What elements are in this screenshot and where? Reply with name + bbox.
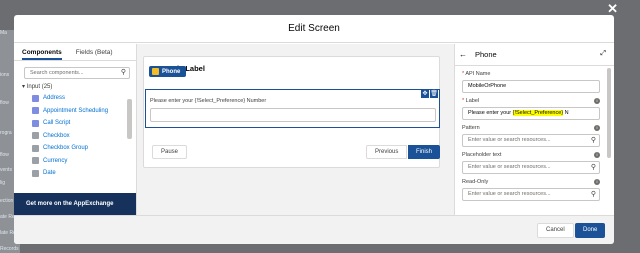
- calendar-icon: [32, 107, 39, 115]
- placeholder-text-input[interactable]: Enter value or search resources... ⚲: [462, 161, 600, 174]
- phone-component-badge: Phone: [149, 66, 187, 77]
- info-icon[interactable]: i: [594, 152, 600, 158]
- background-item: ection: [0, 198, 14, 204]
- properties-header: ← Phone ⤢: [455, 44, 614, 66]
- background-item: lig: [0, 180, 6, 186]
- component-item-checkbox-group[interactable]: Checkbox Group: [14, 142, 136, 155]
- component-label: Currency: [43, 157, 68, 164]
- search-icon: ⚲: [120, 69, 126, 76]
- previous-button[interactable]: Previous: [366, 145, 408, 159]
- phone-icon: [152, 68, 159, 75]
- background-item: Ma: [0, 30, 7, 36]
- section-label: Input (25): [26, 84, 53, 90]
- read-only-label: Read-Only i: [455, 179, 614, 185]
- component-item-currency[interactable]: Currency: [14, 155, 136, 168]
- currency-icon: [32, 157, 39, 165]
- modal-title: Edit Screen: [288, 23, 340, 34]
- placeholder-text-label: Placeholder text i: [455, 152, 614, 158]
- tab-components[interactable]: Components: [22, 44, 62, 60]
- components-scrollbar[interactable]: [127, 99, 132, 139]
- api-name-input[interactable]: MobileOrPhone: [462, 80, 600, 93]
- checkbox-group-icon: [32, 144, 39, 152]
- component-item-address[interactable]: Address: [14, 92, 136, 105]
- pause-button[interactable]: Pause: [152, 145, 188, 159]
- cancel-button[interactable]: Cancel: [537, 223, 574, 238]
- background-item: rogra: [0, 130, 12, 136]
- delete-icon[interactable]: 🗑: [430, 90, 438, 98]
- properties-scrollbar[interactable]: [607, 68, 611, 158]
- phone-field-label: Please enter your {!Select_Preference} N…: [150, 98, 267, 104]
- done-button[interactable]: Done: [575, 223, 606, 238]
- tab-fields-beta[interactable]: Fields (Beta): [76, 44, 113, 60]
- component-tools: ✥ 🗑: [420, 90, 438, 98]
- back-arrow-icon[interactable]: ←: [459, 50, 467, 59]
- component-label: Date: [43, 170, 56, 177]
- highlighted-resource: {!Select_Preference}: [512, 110, 564, 116]
- component-label: Checkbox: [43, 132, 70, 139]
- search-components-input[interactable]: Search components... ⚲: [24, 67, 130, 79]
- component-label: Checkbox Group: [43, 145, 89, 152]
- api-name-label: * API Name: [462, 71, 491, 77]
- search-icon: ⚲: [590, 164, 596, 171]
- phone-component[interactable]: ✥ 🗑 Please enter your {!Select_Preferenc…: [145, 89, 440, 128]
- input-section-header[interactable]: ▾ Input (25): [14, 83, 136, 90]
- badge-label: Phone: [162, 68, 181, 75]
- info-icon[interactable]: i: [594, 98, 600, 104]
- checkbox-icon: [32, 132, 39, 140]
- edit-screen-modal: Edit Screen Components Fields (Beta) Sea…: [14, 15, 614, 244]
- component-item-appointment-scheduling[interactable]: Appointment Scheduling: [14, 105, 136, 118]
- pattern-input[interactable]: Enter value or search resources... ⚲: [462, 134, 600, 147]
- properties-panel: ← Phone ⤢ * API Name MobileOrPhone * Lab…: [454, 44, 614, 215]
- info-icon[interactable]: i: [594, 125, 600, 131]
- component-label: Appointment Scheduling: [43, 107, 109, 114]
- info-icon[interactable]: i: [594, 179, 600, 185]
- search-icon: ⚲: [590, 137, 596, 144]
- read-only-input[interactable]: Enter value or search resources... ⚲: [462, 188, 600, 201]
- background-item: flow: [0, 100, 9, 106]
- background-item: Records: [0, 246, 19, 252]
- label-label: * Label i: [455, 98, 614, 104]
- modal-header: Edit Screen: [14, 15, 614, 43]
- components-panel: Components Fields (Beta) Search componen…: [14, 44, 137, 215]
- pattern-label: Pattern i: [455, 125, 614, 131]
- finish-button[interactable]: Finish: [408, 145, 441, 159]
- panel-tabs: Components Fields (Beta): [14, 44, 136, 61]
- search-icon: ⚲: [590, 191, 596, 198]
- background-item: ions: [0, 72, 10, 78]
- properties-title: Phone: [475, 50, 497, 59]
- modal-footer: Cancel Done: [14, 215, 614, 244]
- component-label: Call Script: [43, 120, 71, 127]
- component-label: Address: [43, 95, 66, 102]
- date-icon: [32, 169, 39, 177]
- search-placeholder: Search components...: [30, 70, 84, 76]
- label-input[interactable]: Please enter your {!Select_Preference} N: [462, 107, 600, 120]
- modal-body: Components Fields (Beta) Search componen…: [14, 44, 614, 215]
- canvas-title: Dynamic Label: [152, 64, 205, 73]
- move-icon[interactable]: ✥: [421, 90, 429, 98]
- background-item: ate Re: [0, 214, 15, 220]
- component-item-call-script[interactable]: Call Script: [14, 117, 136, 130]
- phone-field-preview: [150, 108, 436, 122]
- appexchange-link[interactable]: Get more on the AppExchange: [14, 193, 136, 215]
- component-item-date[interactable]: Date: [14, 167, 136, 180]
- component-item-checkbox[interactable]: Checkbox: [14, 130, 136, 143]
- background-item: flow: [0, 152, 9, 158]
- expand-icon[interactable]: ⤢: [600, 50, 606, 58]
- script-icon: [32, 119, 39, 127]
- address-icon: [32, 94, 39, 102]
- screen-canvas: Dynamic Label ✥ 🗑 Please enter your {!Se…: [143, 56, 441, 168]
- background-item: vents: [0, 167, 12, 173]
